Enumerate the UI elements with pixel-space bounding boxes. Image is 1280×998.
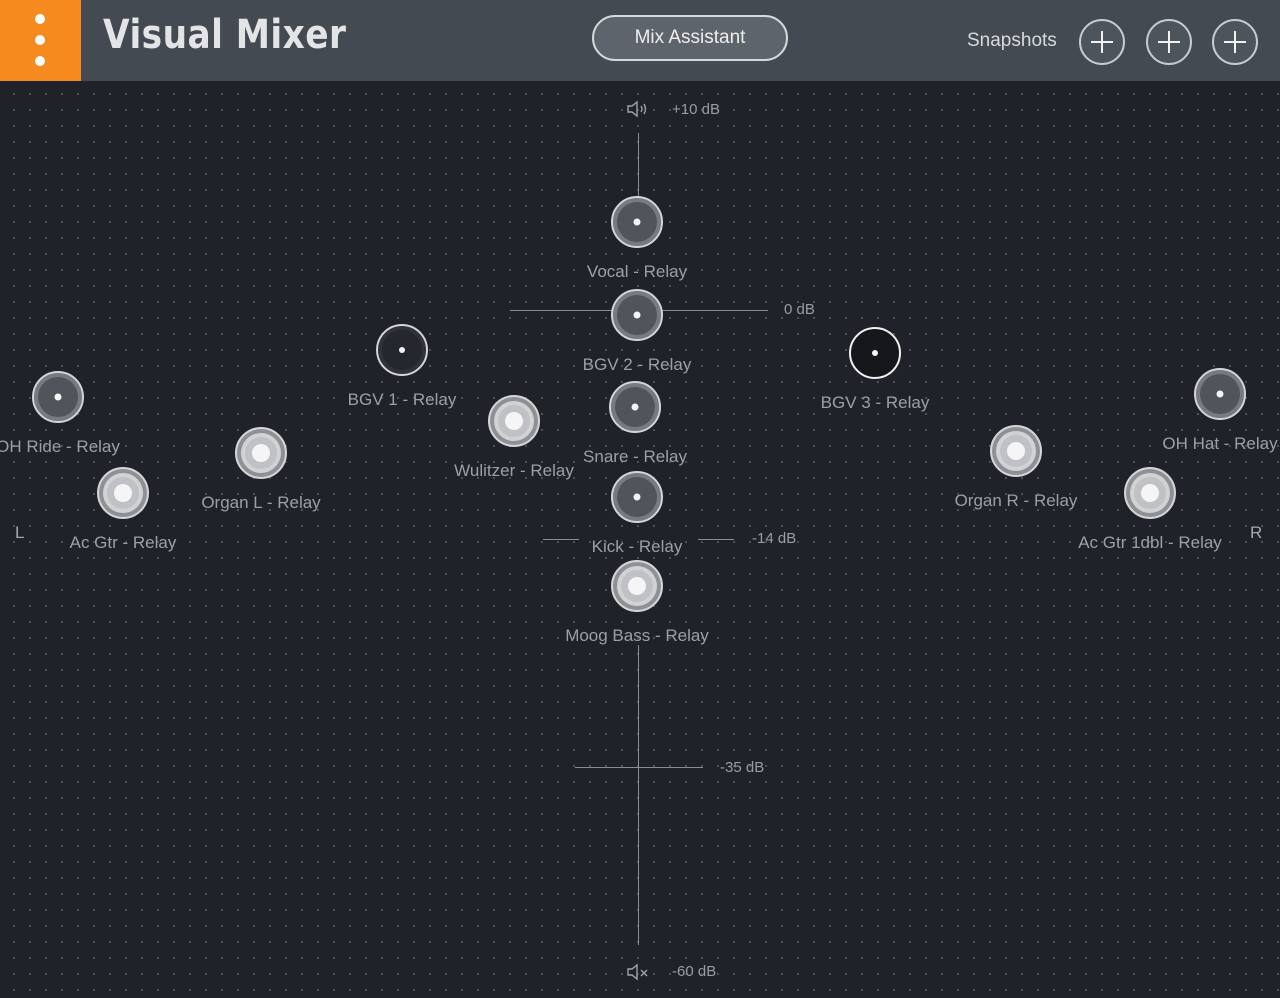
track-label: Vocal - Relay bbox=[586, 262, 688, 281]
track-label: Ac Gtr - Relay bbox=[69, 533, 177, 552]
track-knob[interactable] bbox=[611, 196, 663, 248]
mixer-stage[interactable]: +10 dB 0 dB -14 dB -35 dB -60 dB L R Voc… bbox=[0, 81, 1280, 998]
db-label-minus14: -14 dB bbox=[752, 530, 797, 547]
track-knob[interactable] bbox=[609, 381, 661, 433]
db-label-minus35: -35 dB bbox=[720, 759, 765, 776]
minus35-db-line bbox=[575, 767, 703, 768]
menu-button[interactable] bbox=[0, 0, 81, 81]
track-knob[interactable] bbox=[990, 425, 1042, 477]
track-label: OH Ride - Relay bbox=[0, 437, 120, 456]
minus14-db-line-right bbox=[698, 539, 734, 540]
track-label: Organ L - Relay bbox=[201, 493, 321, 512]
track-label: Kick - Relay bbox=[591, 537, 683, 556]
track-knob[interactable] bbox=[32, 371, 84, 423]
header-bar: Visual Mixer Mix Assistant Snapshots bbox=[0, 0, 1280, 81]
db-label-top: +10 dB bbox=[672, 101, 720, 118]
track-knob[interactable] bbox=[235, 427, 287, 479]
kebab-menu-icon bbox=[35, 56, 45, 66]
track-knob[interactable] bbox=[97, 467, 149, 519]
track-label: BGV 1 - Relay bbox=[347, 390, 457, 409]
track-label: Wulitzer - Relay bbox=[454, 461, 574, 480]
volume-axis-lower bbox=[638, 645, 639, 945]
track-knob[interactable] bbox=[611, 560, 663, 612]
snapshots-label: Snapshots bbox=[967, 30, 1057, 51]
track-knob[interactable] bbox=[611, 289, 663, 341]
track-label: BGV 2 - Relay bbox=[582, 355, 692, 374]
track-label: OH Hat - Relay bbox=[1162, 434, 1278, 453]
pan-right-label: R bbox=[1250, 523, 1263, 542]
track-label: Organ R - Relay bbox=[954, 491, 1078, 510]
pan-left-label: L bbox=[15, 523, 25, 542]
minus14-db-line-left bbox=[543, 539, 579, 540]
track-knob[interactable] bbox=[376, 324, 428, 376]
db-label-zero: 0 dB bbox=[784, 301, 815, 318]
kebab-menu-icon bbox=[35, 35, 45, 45]
db-label-bottom: -60 dB bbox=[672, 963, 717, 980]
speaker-volume-icon bbox=[627, 100, 647, 118]
track-knob[interactable] bbox=[849, 327, 901, 379]
snapshot-add-button-3[interactable] bbox=[1212, 19, 1258, 65]
track-knob[interactable] bbox=[1194, 368, 1246, 420]
speaker-mute-icon bbox=[627, 963, 648, 981]
kebab-menu-icon bbox=[35, 14, 45, 24]
track-label: Ac Gtr 1dbl - Relay bbox=[1078, 533, 1222, 552]
snapshot-add-button-2[interactable] bbox=[1146, 19, 1192, 65]
track-label: Moog Bass - Relay bbox=[565, 626, 709, 645]
app-title: Visual Mixer bbox=[103, 12, 347, 58]
mix-assistant-button[interactable]: Mix Assistant bbox=[592, 15, 788, 61]
snapshot-add-button-1[interactable] bbox=[1079, 19, 1125, 65]
track-knob[interactable] bbox=[1124, 467, 1176, 519]
track-label: BGV 3 - Relay bbox=[820, 393, 930, 412]
track-label: Snare - Relay bbox=[583, 447, 687, 466]
track-knob[interactable] bbox=[611, 471, 663, 523]
track-knob[interactable] bbox=[488, 395, 540, 447]
